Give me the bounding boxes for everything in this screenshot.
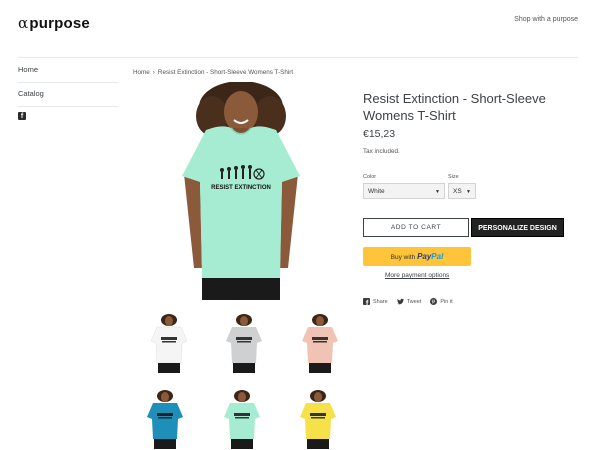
- size-select-value: XS: [453, 188, 462, 195]
- share-facebook[interactable]: Share: [363, 298, 388, 305]
- personalize-design-button[interactable]: PERSONALIZE DESIGN: [471, 218, 564, 237]
- share-facebook-label: Share: [373, 298, 388, 305]
- product-title: Resist Extinction - Short-Sleeve Womens …: [363, 91, 546, 123]
- size-select[interactable]: XS ▼: [448, 183, 476, 199]
- logo-text: purpose: [29, 15, 90, 32]
- share-pinterest-label: Pin it: [440, 298, 453, 305]
- facebook-icon: [363, 298, 370, 305]
- header-divider: [18, 57, 578, 58]
- share-pinterest[interactable]: Pin it: [430, 298, 453, 305]
- header-link[interactable]: Shop with a purpose: [514, 16, 578, 23]
- share-twitter[interactable]: Tweet: [396, 298, 422, 305]
- thumbnail-mint[interactable]: [222, 389, 262, 449]
- facebook-icon[interactable]: f: [18, 112, 26, 120]
- paypal-logo: PayPal: [417, 252, 443, 261]
- chevron-down-icon: ▼: [466, 189, 471, 195]
- share-twitter-label: Tweet: [406, 298, 422, 305]
- more-payment-options-link[interactable]: More payment options: [385, 272, 449, 279]
- breadcrumb-current: Resist Extinction - Short-Sleeve Womens …: [157, 69, 294, 76]
- paypal-prefix: Buy with: [390, 254, 416, 261]
- size-label: Size: [448, 174, 459, 180]
- thumbnail-white[interactable]: [149, 313, 189, 373]
- paypal-logo-pay: Pay: [417, 252, 432, 261]
- pinterest-icon: [430, 298, 438, 305]
- paypal-logo-pal: Pal: [431, 252, 444, 261]
- chevron-down-icon: ▼: [435, 189, 440, 195]
- color-select[interactable]: White ▼: [363, 183, 445, 199]
- product-main-image[interactable]: RESIST EXTINCTION: [176, 82, 306, 300]
- sidebar-item-catalog[interactable]: Catalog: [18, 83, 118, 107]
- twitter-icon: [396, 298, 404, 305]
- sidebar-item-home[interactable]: Home: [18, 60, 118, 83]
- paypal-button[interactable]: Buy with PayPal: [363, 247, 471, 266]
- color-label: Color: [363, 174, 377, 180]
- breadcrumb-separator: ›: [152, 69, 155, 76]
- thumbnail-yellow[interactable]: [298, 389, 338, 449]
- site-header: αpurpose Shop with a purpose: [0, 0, 600, 44]
- tax-note: Tax included.: [363, 148, 400, 155]
- breadcrumb-home[interactable]: Home: [133, 69, 150, 76]
- social-share: Share Tweet Pin it: [363, 298, 462, 305]
- add-to-cart-button[interactable]: ADD TO CART: [363, 218, 469, 237]
- thumbnail-grey[interactable]: [224, 313, 264, 373]
- color-select-value: White: [368, 188, 385, 195]
- logo-symbol: α: [18, 14, 29, 32]
- site-logo[interactable]: αpurpose: [18, 14, 90, 32]
- thumbnail-blue[interactable]: [145, 389, 185, 449]
- shirt-print-text: RESIST EXTINCTION: [211, 185, 271, 191]
- breadcrumb: Home › Resist Extinction - Short-Sleeve Wo…: [133, 69, 293, 76]
- product-price: €15,23: [363, 128, 396, 140]
- sidebar-nav: Home Catalog f: [18, 60, 118, 120]
- thumbnail-peach[interactable]: [300, 313, 340, 373]
